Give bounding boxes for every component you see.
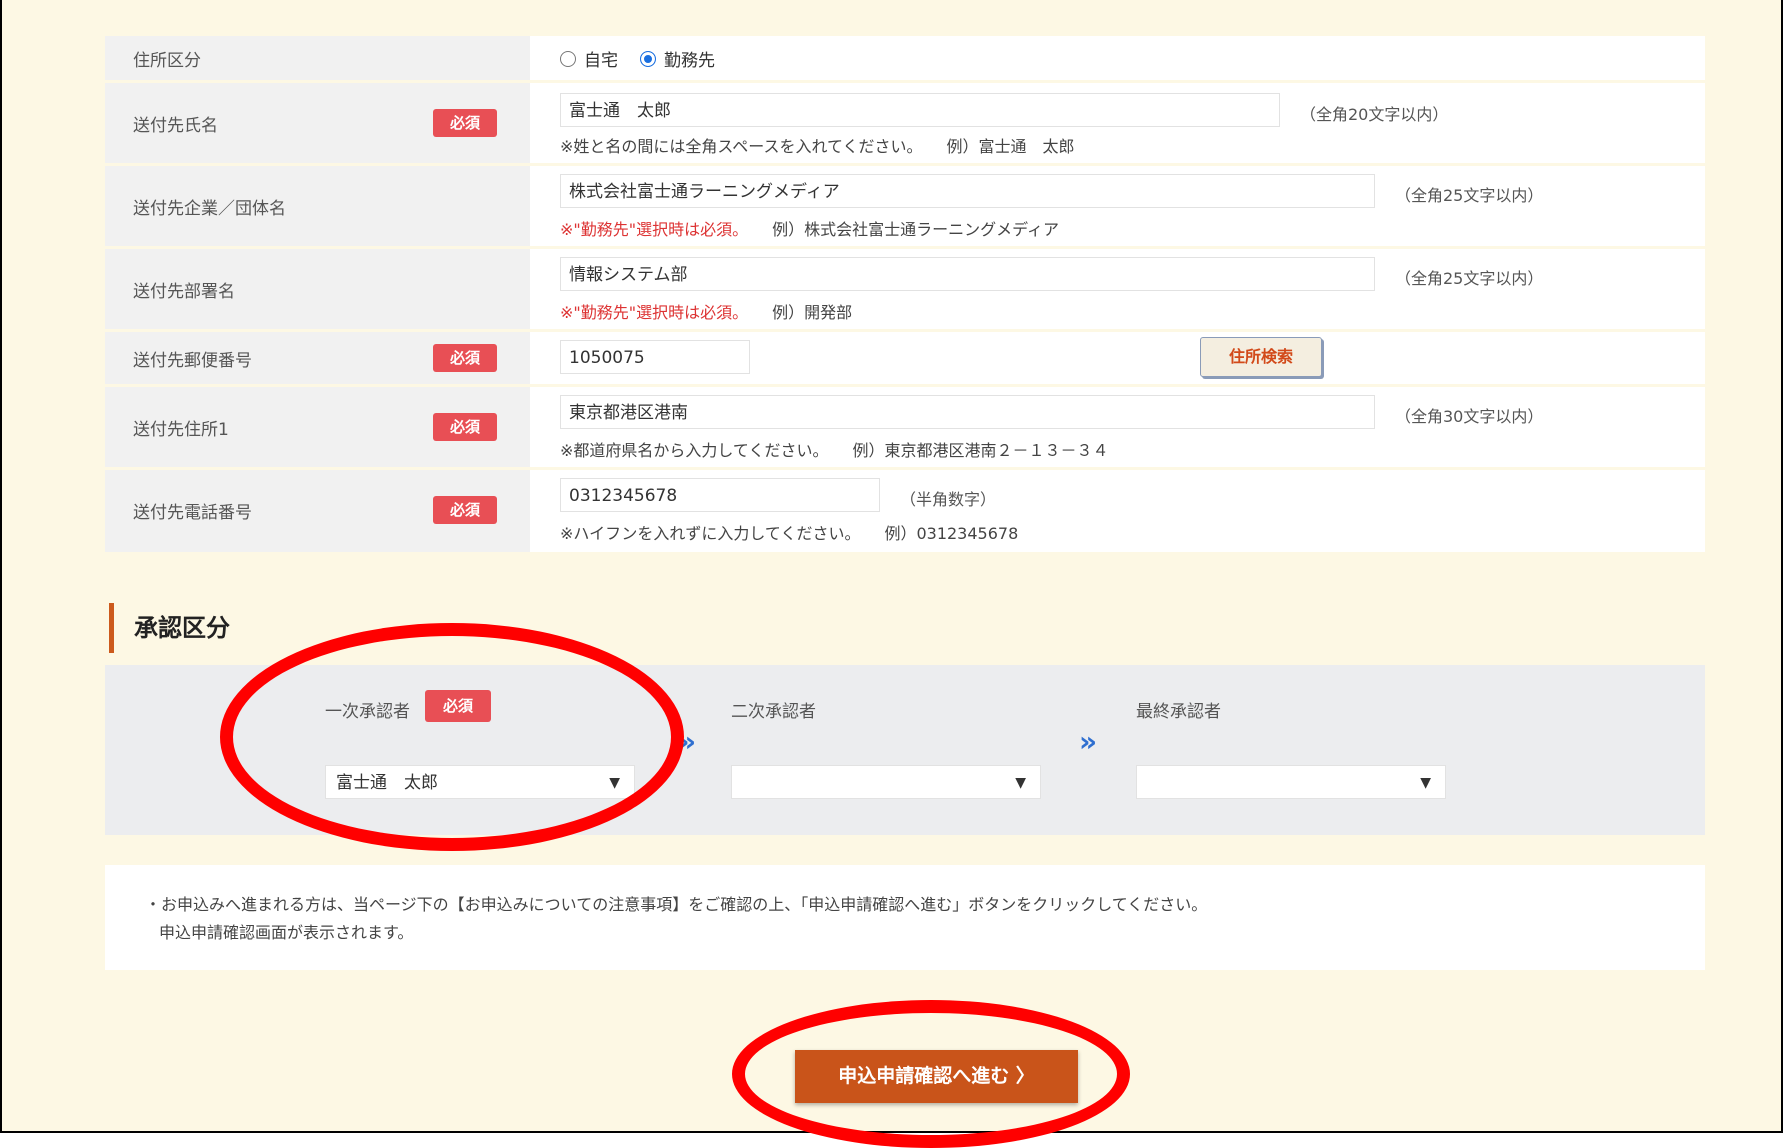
chevron-down-icon: ▼: [1420, 775, 1431, 791]
approval-section-title: 承認区分: [109, 603, 230, 653]
char-limit: （全角30文字以内）: [1395, 407, 1544, 426]
chevron-right-icon: »: [1079, 725, 1098, 758]
radio-office-dot[interactable]: [640, 50, 656, 67]
required-badge: 必須: [433, 496, 497, 524]
input-hint: ※"勤務先"選択時は必須。 例）開発部: [560, 299, 852, 323]
field-label: 送付先部署名: [133, 282, 235, 302]
required-badge: 必須: [425, 690, 491, 722]
required-badge: 必須: [433, 344, 497, 372]
char-limit: （半角数字）: [900, 490, 997, 509]
phone-number-input[interactable]: 0312345678: [560, 478, 880, 512]
value-cell: 情報システム部 （全角25文字以内） ※"勤務先"選択時は必須。 例）開発部: [530, 249, 1705, 329]
label-cell: 住所区分: [105, 36, 530, 80]
hint-example: 例）株式会社富士通ラーニングメディア: [772, 220, 1060, 239]
address-1-input[interactable]: 東京都港区港南: [560, 395, 1375, 429]
approval-panel: 一次承認者 必須 富士通 太郎 ▼ » 二次承認者 ▼ » 最終承認者 ▼: [105, 665, 1705, 835]
required-badge: 必須: [433, 109, 497, 137]
notice-line-2: 申込申請確認画面が表示されます。: [159, 923, 414, 942]
address-search-button[interactable]: 住所検索: [1200, 337, 1322, 377]
hint-example: 例）開発部: [772, 303, 853, 322]
char-limit: （全角25文字以内）: [1395, 269, 1544, 288]
value-cell: 東京都港区港南 （全角30文字以内） ※都道府県名から入力してください。 例）東京…: [530, 387, 1705, 467]
hint-example: 例）富士通 太郎: [946, 137, 1075, 156]
company-name-input[interactable]: 株式会社富士通ラーニングメディア: [560, 174, 1375, 208]
row-address-type: 住所区分 自宅 勤務先: [105, 36, 1705, 83]
label-cell: 送付先部署名: [105, 249, 530, 329]
field-label: 送付先氏名: [133, 116, 218, 136]
value-cell: 株式会社富士通ラーニングメディア （全角25文字以内） ※"勤務先"選択時は必須…: [530, 166, 1705, 246]
input-hint: ※姓と名の間には全角スペースを入れてください。 例）富士通 太郎: [560, 133, 1075, 157]
radio-home-label: 自宅: [584, 51, 618, 71]
label-cell: 送付先電話番号 必須: [105, 470, 530, 552]
label-cell: 送付先氏名 必須: [105, 83, 530, 163]
row-postal-code: 送付先郵便番号 必須 1050075 住所検索: [105, 332, 1705, 387]
hint-example: 例）東京都港区港南２－１３－３４: [852, 441, 1109, 460]
final-approver-label: 最終承認者: [1136, 702, 1221, 722]
hint-text: ※姓と名の間には全角スペースを入れてください。: [560, 137, 923, 156]
department-input[interactable]: 情報システム部: [560, 257, 1375, 291]
radio-home[interactable]: 自宅: [560, 46, 618, 71]
radio-office-label: 勤務先: [664, 51, 715, 71]
radio-home-dot[interactable]: [560, 50, 576, 67]
first-approver-select[interactable]: 富士通 太郎 ▼: [325, 765, 635, 799]
first-approver-label: 一次承認者: [325, 702, 410, 722]
second-approver-select[interactable]: ▼: [731, 765, 1041, 799]
value-cell: 1050075 住所検索: [530, 332, 1705, 384]
hint-text: ※都道府県名から入力してください。: [560, 441, 829, 460]
hint-text: ※"勤務先"選択時は必須。: [560, 220, 749, 239]
chevron-down-icon: ▼: [609, 775, 620, 791]
field-label: 送付先住所1: [133, 420, 229, 440]
field-label: 送付先企業／団体名: [133, 199, 286, 219]
postal-code-input[interactable]: 1050075: [560, 340, 750, 374]
input-hint: ※都道府県名から入力してください。 例）東京都港区港南２－１３－３４: [560, 437, 1108, 461]
input-hint: ※ハイフンを入れずに入力してください。 例）0312345678: [560, 520, 1018, 544]
chevron-right-icon: »: [678, 725, 697, 758]
label-cell: 送付先住所1 必須: [105, 387, 530, 467]
second-approver-label: 二次承認者: [731, 702, 816, 722]
proceed-to-confirm-button[interactable]: 申込申請確認へ進む 〉: [795, 1050, 1078, 1103]
row-department: 送付先部署名 情報システム部 （全角25文字以内） ※"勤務先"選択時は必須。 例…: [105, 249, 1705, 332]
label-cell: 送付先郵便番号 必須: [105, 332, 530, 384]
hint-text: ※ハイフンを入れずに入力してください。: [560, 524, 861, 543]
shipping-form: 住所区分 自宅 勤務先 送付先氏名 必須 富士通 太郎 （全角20文字以内） ※…: [105, 36, 1705, 555]
row-phone-number: 送付先電話番号 必須 0312345678 （半角数字） ※ハイフンを入れずに入…: [105, 470, 1705, 555]
hint-example: 例）0312345678: [884, 524, 1019, 543]
row-company-name: 送付先企業／団体名 株式会社富士通ラーニングメディア （全角25文字以内） ※"…: [105, 166, 1705, 249]
row-address-1: 送付先住所1 必須 東京都港区港南 （全角30文字以内） ※都道府県名から入力し…: [105, 387, 1705, 470]
notice-line-1: ・お申込みへ進まれる方は、当ページ下の【お申込みについての注意事項】をご確認の上…: [145, 895, 1208, 914]
radio-office[interactable]: 勤務先: [640, 46, 715, 71]
recipient-name-input[interactable]: 富士通 太郎: [560, 93, 1280, 127]
input-hint: ※"勤務先"選択時は必須。 例）株式会社富士通ラーニングメディア: [560, 216, 1059, 240]
row-recipient-name: 送付先氏名 必須 富士通 太郎 （全角20文字以内） ※姓と名の間には全角スペー…: [105, 83, 1705, 166]
char-limit: （全角20文字以内）: [1300, 105, 1449, 124]
label-cell: 送付先企業／団体名: [105, 166, 530, 246]
value-cell: 0312345678 （半角数字） ※ハイフンを入れずに入力してください。 例）0…: [530, 470, 1705, 552]
page-frame: 住所区分 自宅 勤務先 送付先氏名 必須 富士通 太郎 （全角20文字以内） ※…: [0, 0, 1783, 1148]
chevron-down-icon: ▼: [1015, 775, 1026, 791]
hint-text: ※"勤務先"選択時は必須。: [560, 303, 749, 322]
value-cell: 自宅 勤務先: [530, 36, 1705, 80]
first-approver-value: 富士通 太郎: [336, 773, 438, 793]
field-label: 住所区分: [133, 51, 201, 71]
field-label: 送付先郵便番号: [133, 351, 252, 371]
field-label: 送付先電話番号: [133, 503, 252, 523]
char-limit: （全角25文字以内）: [1395, 186, 1544, 205]
value-cell: 富士通 太郎 （全角20文字以内） ※姓と名の間には全角スペースを入れてください…: [530, 83, 1705, 163]
notice-box: ・お申込みへ進まれる方は、当ページ下の【お申込みについての注意事項】をご確認の上…: [105, 865, 1705, 970]
final-approver-select[interactable]: ▼: [1136, 765, 1446, 799]
required-badge: 必須: [433, 413, 497, 441]
